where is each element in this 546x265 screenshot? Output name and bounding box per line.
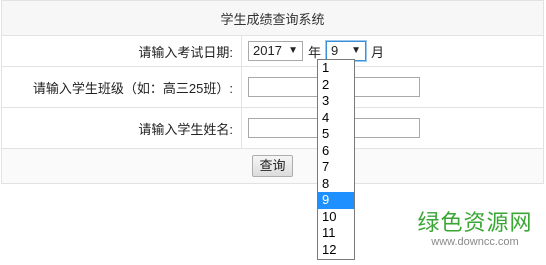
chevron-down-icon: ▼: [351, 45, 362, 56]
month-option[interactable]: 3: [318, 93, 354, 110]
date-inputs: 2017 ▼ 年 9 ▼ 月: [241, 35, 544, 67]
name-row: 请输入学生姓名:: [1, 107, 544, 149]
watermark-logo: 绿色资源网: [417, 211, 533, 236]
year-select[interactable]: 2017 ▼: [248, 41, 303, 61]
query-form: 学生成绩查询系统 请输入考试日期: 2017 ▼ 年 9 ▼ 月 请输入学生班级…: [1, 0, 544, 184]
form-title-row: 学生成绩查询系统: [1, 0, 544, 36]
month-option[interactable]: 6: [318, 143, 354, 160]
year-unit-label: 年: [308, 44, 322, 60]
watermark: 绿色资源网 www.downcc.com: [410, 205, 540, 248]
month-select-value: 9: [331, 43, 339, 58]
date-label: 请输入考试日期:: [1, 35, 242, 67]
month-dropdown-list: 1 2 3 4 5 6 7 8 9 10 11 12: [317, 59, 355, 260]
query-button[interactable]: 查询: [252, 155, 293, 177]
year-select-value: 2017: [253, 43, 282, 58]
date-row: 请输入考试日期: 2017 ▼ 年 9 ▼ 月: [1, 35, 544, 67]
form-title: 学生成绩查询系统: [1, 0, 544, 36]
name-label: 请输入学生姓名:: [1, 107, 242, 149]
month-option[interactable]: 10: [318, 209, 354, 226]
month-option[interactable]: 11: [318, 225, 354, 242]
watermark-url: www.downcc.com: [431, 236, 519, 248]
month-select[interactable]: 9 ▼: [326, 41, 367, 61]
class-row: 请输入学生班级（如：高三25班）:: [1, 66, 544, 108]
month-option[interactable]: 2: [318, 77, 354, 94]
class-label: 请输入学生班级（如：高三25班）:: [1, 66, 242, 108]
month-unit-label: 月: [371, 44, 385, 60]
month-option[interactable]: 5: [318, 126, 354, 143]
month-option[interactable]: 4: [318, 110, 354, 127]
month-option[interactable]: 7: [318, 159, 354, 176]
month-option[interactable]: 12: [318, 242, 354, 259]
month-option[interactable]: 8: [318, 176, 354, 193]
month-option[interactable]: 9: [318, 192, 354, 209]
chevron-down-icon: ▼: [288, 45, 298, 56]
submit-row: 查询: [1, 148, 544, 184]
month-option[interactable]: 1: [318, 60, 354, 77]
